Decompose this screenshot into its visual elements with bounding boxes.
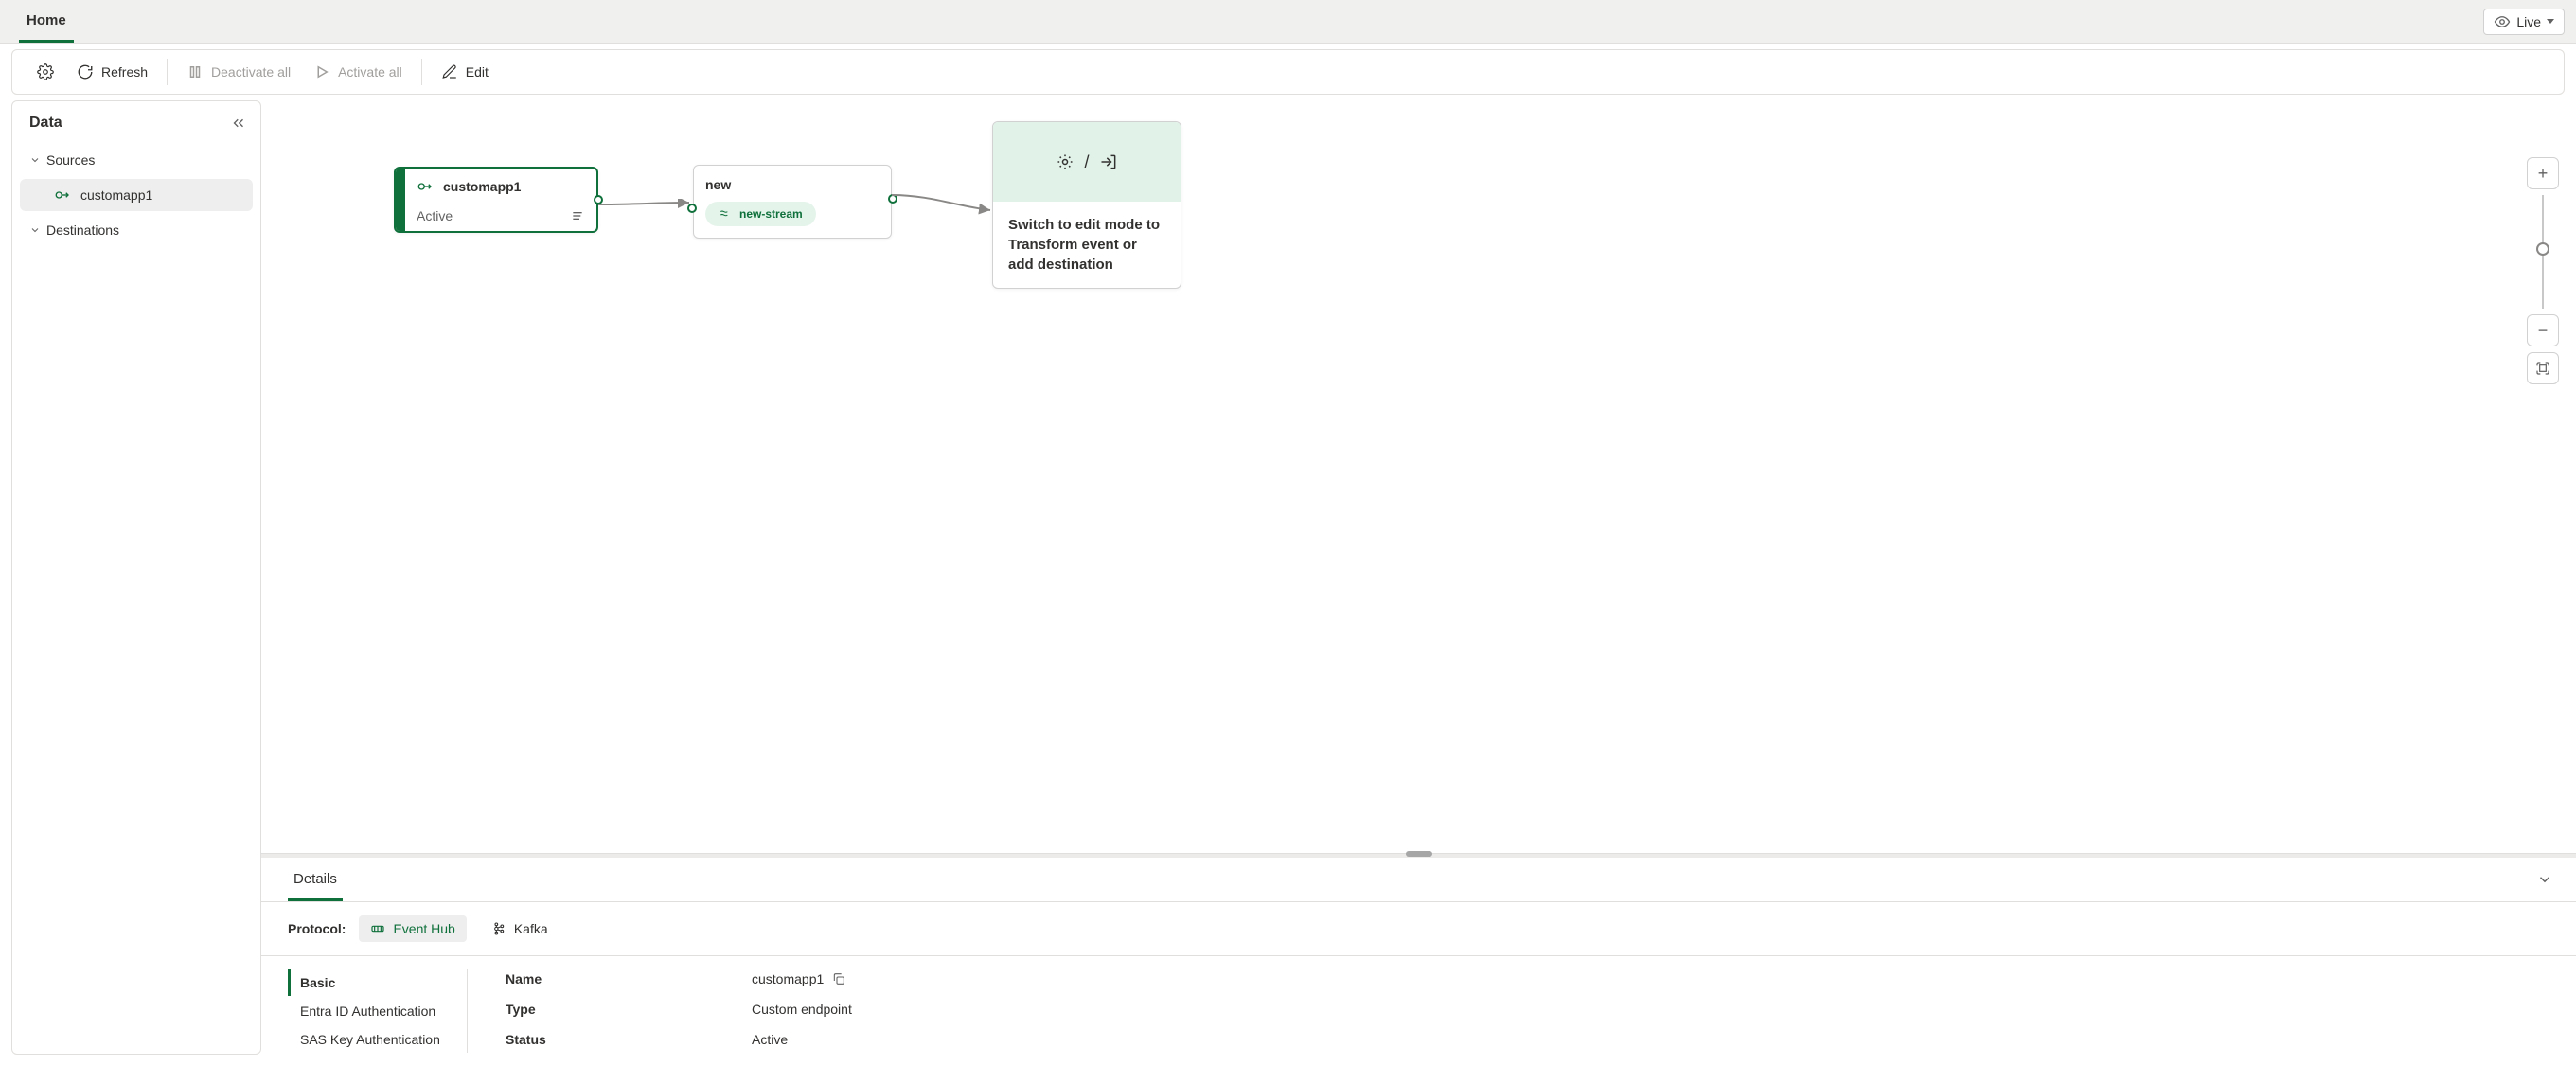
toolbar: Refresh Deactivate all Activate all Edit xyxy=(11,49,2565,95)
zoom-handle[interactable] xyxy=(2536,242,2549,256)
detail-nav-entra[interactable]: Entra ID Authentication xyxy=(288,998,457,1024)
detail-nav-sas[interactable]: SAS Key Authentication xyxy=(288,1026,457,1053)
fit-icon xyxy=(2535,361,2550,376)
protocol-event-hub[interactable]: Event Hub xyxy=(359,915,466,942)
copy-icon[interactable] xyxy=(831,971,846,986)
transform-icon xyxy=(1056,152,1075,171)
protocol-kafka-label: Kafka xyxy=(514,921,548,936)
protocol-kafka[interactable]: Kafka xyxy=(480,915,560,942)
tab-details[interactable]: Details xyxy=(288,858,343,901)
destinations-label: Destinations xyxy=(46,222,119,238)
chevron-down-icon xyxy=(29,154,41,166)
sidebar-item-label: customapp1 xyxy=(80,187,152,203)
gear-icon xyxy=(37,63,54,80)
chevron-down-icon xyxy=(29,224,41,236)
port-out[interactable] xyxy=(594,195,603,204)
live-toggle[interactable]: Live xyxy=(2483,9,2565,35)
activate-all-label: Activate all xyxy=(338,64,402,80)
destination-hint: Switch to edit mode to Transform event o… xyxy=(993,202,1181,288)
endpoint-icon xyxy=(417,178,434,195)
sidebar-title: Data xyxy=(20,115,253,143)
port-out[interactable] xyxy=(888,194,897,204)
pause-icon xyxy=(187,63,204,80)
kafka-icon xyxy=(491,921,506,936)
node-source-status: Active xyxy=(417,208,453,223)
refresh-icon xyxy=(77,63,94,80)
stream-label: new-stream xyxy=(739,207,803,221)
sources-label: Sources xyxy=(46,152,95,168)
protocol-event-hub-label: Event Hub xyxy=(393,921,454,936)
slash: / xyxy=(1084,152,1089,172)
panel-resize-handle[interactable] xyxy=(1406,851,1432,857)
deactivate-all-button: Deactivate all xyxy=(177,58,300,86)
stream-icon xyxy=(719,207,732,221)
detail-key-type: Type xyxy=(506,1002,714,1017)
destinations-section[interactable]: Destinations xyxy=(20,213,253,247)
tab-details-label: Details xyxy=(293,871,337,887)
zoom-out-button[interactable]: − xyxy=(2527,314,2559,346)
output-icon xyxy=(1099,152,1118,171)
connector xyxy=(892,189,994,218)
sources-section[interactable]: Sources xyxy=(20,143,253,177)
detail-nav: Basic Entra ID Authentication SAS Key Au… xyxy=(288,969,468,1053)
fit-to-screen-button[interactable] xyxy=(2527,352,2559,384)
details-panel: Details Protocol: Event Hub Kafka xyxy=(261,853,2576,1066)
detail-val-type: Custom endpoint xyxy=(752,1002,852,1017)
connector xyxy=(598,199,693,218)
zoom-controls: + − xyxy=(2527,157,2559,384)
node-transform[interactable]: new new-stream xyxy=(693,165,892,239)
eye-icon xyxy=(2494,13,2511,30)
detail-key-status: Status xyxy=(506,1032,714,1047)
sidebar-item-customapp1[interactable]: customapp1 xyxy=(20,179,253,211)
edit-button[interactable]: Edit xyxy=(432,58,498,86)
detail-val-status: Active xyxy=(752,1032,788,1047)
chevron-down-icon xyxy=(2547,19,2554,24)
collapse-panel-button[interactable] xyxy=(2536,871,2553,891)
chevron-double-left-icon xyxy=(230,115,247,132)
zoom-slider[interactable] xyxy=(2542,195,2544,309)
deactivate-all-label: Deactivate all xyxy=(211,64,291,80)
edit-label: Edit xyxy=(466,64,489,80)
stream-chip[interactable]: new-stream xyxy=(705,202,816,226)
collapse-sidebar-button[interactable] xyxy=(230,115,247,134)
node-source-title: customapp1 xyxy=(443,179,521,194)
menu-icon[interactable] xyxy=(570,208,585,223)
protocol-label: Protocol: xyxy=(288,921,346,936)
activate-all-button: Activate all xyxy=(304,58,412,86)
port-in[interactable] xyxy=(687,204,697,213)
node-transform-title: new xyxy=(705,177,879,192)
chevron-down-icon xyxy=(2536,871,2553,888)
event-hub-icon xyxy=(370,921,385,936)
edit-icon xyxy=(441,63,458,80)
header-bar: Home Live xyxy=(0,0,2576,44)
flow-canvas[interactable]: customapp1 Active new xyxy=(261,100,2576,853)
data-sidebar: Data Sources customapp1 Destinations xyxy=(11,100,261,1055)
zoom-in-button[interactable]: + xyxy=(2527,157,2559,189)
node-source[interactable]: customapp1 Active xyxy=(394,167,598,233)
refresh-button[interactable]: Refresh xyxy=(67,58,157,86)
detail-key-name: Name xyxy=(506,971,714,986)
tab-home[interactable]: Home xyxy=(19,0,74,43)
settings-button[interactable] xyxy=(27,58,63,86)
node-destination-placeholder[interactable]: / Switch to edit mode to Transform event… xyxy=(992,121,1181,289)
endpoint-icon xyxy=(54,187,71,204)
live-label: Live xyxy=(2516,14,2541,29)
detail-nav-basic[interactable]: Basic xyxy=(288,969,457,996)
play-icon xyxy=(313,63,330,80)
tab-home-label: Home xyxy=(27,12,66,28)
detail-val-name: customapp1 xyxy=(752,971,824,986)
refresh-label: Refresh xyxy=(101,64,148,80)
